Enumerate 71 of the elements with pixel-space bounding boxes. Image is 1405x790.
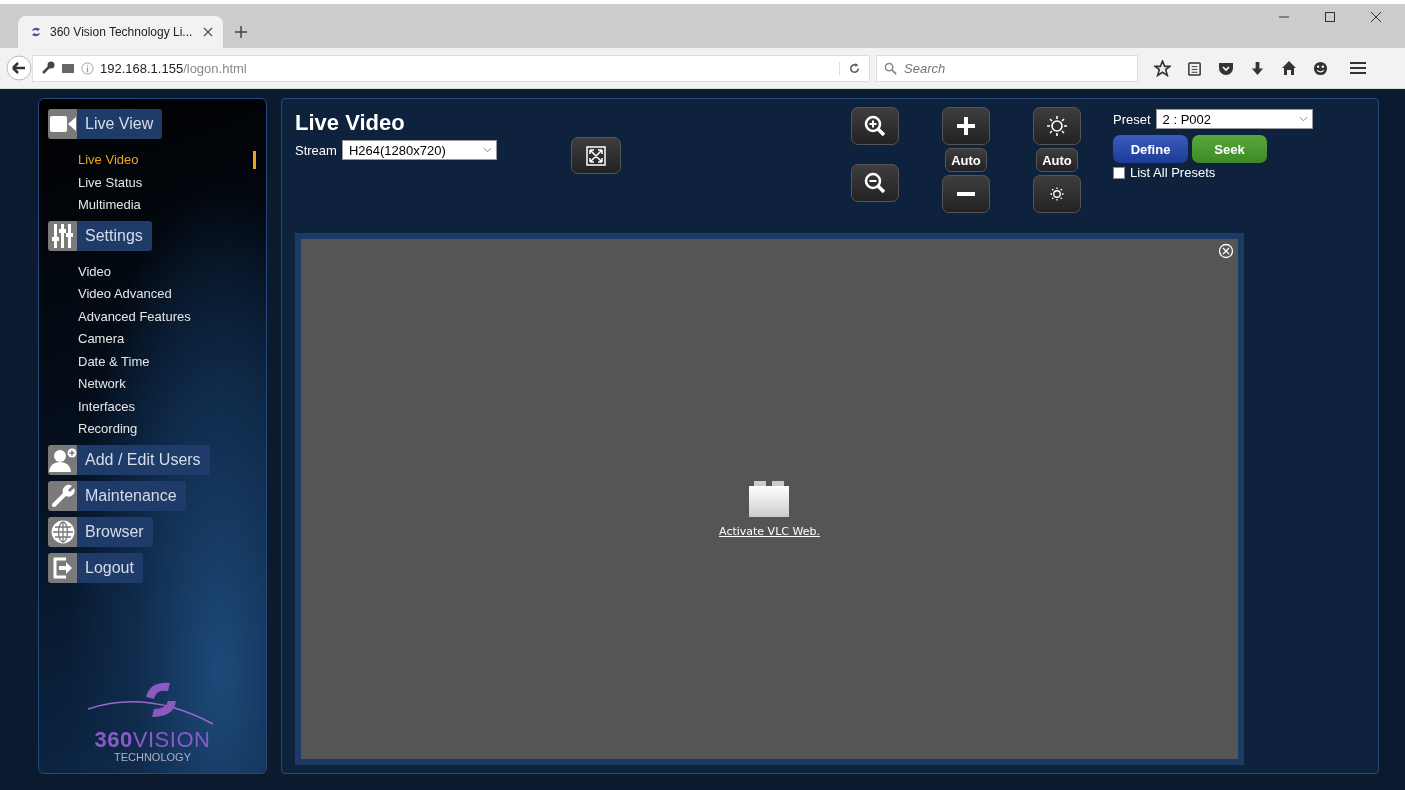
- iris-auto-button[interactable]: Auto: [1036, 148, 1078, 172]
- browser-tab[interactable]: 360 Vision Technology Li...: [18, 16, 223, 48]
- maximize-icon[interactable]: [1325, 12, 1335, 22]
- wrench-icon: [50, 483, 75, 508]
- logout-icon: [51, 556, 74, 579]
- zoom-out-button[interactable]: [851, 164, 899, 202]
- sidebar-item[interactable]: Multimedia: [78, 194, 266, 217]
- plugin-icon: [749, 480, 790, 517]
- close-icon[interactable]: [203, 27, 213, 37]
- info-icon: [81, 61, 94, 75]
- seek-button[interactable]: Seek: [1192, 135, 1267, 163]
- fullscreen-button[interactable]: [571, 137, 621, 174]
- zoom-in-button[interactable]: [851, 107, 899, 145]
- tab-title: 360 Vision Technology Li...: [50, 25, 194, 39]
- sidebar-item[interactable]: Camera: [78, 328, 266, 351]
- sidebar-item[interactable]: Interfaces: [78, 395, 266, 418]
- minus-icon: [956, 192, 976, 196]
- address-bar[interactable]: 192.168.1.155/logon.html: [32, 54, 870, 82]
- pocket-icon[interactable]: [1218, 60, 1234, 76]
- url-text: 192.168.1.155/logon.html: [100, 60, 248, 76]
- sliders-icon: [51, 223, 74, 248]
- clipboard-icon[interactable]: [1187, 60, 1202, 76]
- sidebar-item[interactable]: Date & Time: [78, 350, 266, 373]
- brand-subtitle: TECHNOLOGY: [114, 751, 191, 763]
- sun-icon: [1048, 185, 1066, 203]
- search-icon: [884, 61, 897, 75]
- preset-label: Preset: [1113, 111, 1151, 127]
- globe-icon: [50, 519, 75, 544]
- swirl-icon: [30, 26, 42, 38]
- iris-close-button[interactable]: [1033, 175, 1081, 213]
- search-field[interactable]: Search: [876, 54, 1138, 82]
- plus-icon[interactable]: [235, 26, 247, 38]
- checkbox-label: List All Presets: [1130, 165, 1216, 180]
- page-title: Live Video: [295, 110, 406, 136]
- sidebar-item[interactable]: Advanced Features: [78, 305, 266, 328]
- download-icon[interactable]: [1250, 60, 1265, 76]
- sidebar-item[interactable]: Video Advanced: [78, 283, 266, 306]
- star-icon[interactable]: [1154, 59, 1171, 77]
- key-icon: [41, 61, 55, 75]
- sidebar-item[interactable]: Live Status: [78, 171, 266, 194]
- define-button[interactable]: Define: [1113, 135, 1188, 163]
- menu-icon[interactable]: [1350, 61, 1366, 75]
- home-icon[interactable]: [1281, 60, 1297, 76]
- checkbox[interactable]: [1113, 166, 1125, 179]
- folder-icon: [61, 62, 75, 74]
- iris-open-button[interactable]: [1033, 107, 1081, 145]
- brand-name: 360VISION: [94, 729, 211, 751]
- close-icon[interactable]: [1371, 12, 1381, 22]
- sidebar-item[interactable]: Network: [78, 373, 266, 396]
- sidebar-item[interactable]: Live Video: [78, 149, 266, 172]
- plus-icon: [956, 116, 976, 136]
- activate-link[interactable]: Activate VLC Web.: [719, 524, 820, 538]
- smiley-icon[interactable]: [1313, 60, 1328, 76]
- sun-icon: [1046, 115, 1068, 137]
- reload-icon[interactable]: [839, 61, 861, 75]
- focus-plus-button[interactable]: [942, 107, 990, 145]
- fullscreen-icon: [586, 145, 606, 166]
- preset-select[interactable]: 2 : P002: [1155, 109, 1313, 129]
- stream-select[interactable]: H264(1280x720): [341, 140, 497, 160]
- stream-label: Stream: [295, 142, 337, 158]
- sidebar-item[interactable]: Recording: [78, 418, 266, 441]
- user-add-icon: [48, 447, 77, 472]
- camera-icon: [49, 115, 76, 133]
- focus-minus-button[interactable]: [942, 175, 990, 213]
- zoom-out-icon: [864, 172, 886, 194]
- caret-icon: [482, 147, 492, 153]
- caret-icon: [1298, 116, 1308, 122]
- zoom-in-icon: [864, 115, 886, 137]
- focus-auto-button[interactable]: Auto: [945, 148, 987, 172]
- back-icon[interactable]: [6, 55, 32, 81]
- sidebar-item[interactable]: Video: [78, 260, 266, 283]
